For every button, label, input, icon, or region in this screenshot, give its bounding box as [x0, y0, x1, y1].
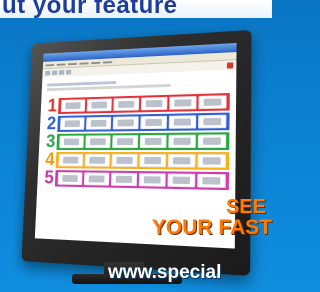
picture-cell[interactable]	[198, 114, 227, 129]
picture-cell[interactable]	[139, 153, 167, 168]
grid-row: 3	[44, 131, 230, 152]
picture-cell[interactable]	[59, 117, 85, 131]
picture-cell[interactable]	[168, 115, 197, 129]
picture-cell[interactable]	[110, 172, 138, 187]
row-number: 1	[47, 96, 58, 117]
picture-cell[interactable]	[197, 173, 226, 188]
row-number: 2	[46, 114, 57, 134]
row-band	[57, 112, 230, 132]
row-band	[55, 151, 230, 170]
picture-cell[interactable]	[84, 153, 111, 167]
picture-cell[interactable]	[59, 135, 84, 149]
picture-cell[interactable]	[167, 154, 196, 168]
row-band	[56, 132, 230, 150]
your-fast-label: YOUR FAST	[151, 216, 272, 239]
picture-cell[interactable]	[167, 173, 196, 188]
close-icon	[226, 61, 234, 69]
picture-cell[interactable]	[197, 154, 226, 168]
picture-cell[interactable]	[111, 153, 138, 168]
picture-cell[interactable]	[112, 135, 139, 149]
picture-cell[interactable]	[85, 116, 112, 130]
picture-cell[interactable]	[197, 134, 227, 148]
headline-text: ut your feature	[2, 0, 178, 18]
row-number: 5	[43, 168, 55, 189]
grid-row: 4	[43, 150, 230, 171]
picture-cell[interactable]	[58, 153, 84, 167]
picture-cell[interactable]	[113, 97, 140, 111]
picture-cell[interactable]	[139, 134, 167, 149]
website-url: www.special	[108, 262, 222, 283]
grid-row: 1	[46, 93, 230, 117]
picture-cell[interactable]	[83, 172, 110, 186]
picture-cell[interactable]	[57, 172, 83, 186]
picture-cell[interactable]	[112, 116, 139, 130]
picture-cell[interactable]	[140, 96, 168, 111]
row-band	[54, 170, 230, 191]
grid-row: 5	[43, 168, 230, 191]
picture-cell[interactable]	[140, 115, 168, 130]
row-band	[58, 93, 230, 115]
picture-cell[interactable]	[86, 98, 112, 112]
top-strip: ut your feature	[0, 0, 272, 18]
picture-cell[interactable]	[138, 173, 166, 187]
picture-cell[interactable]	[85, 135, 111, 149]
toolbar-back-icon	[45, 70, 51, 76]
toolbar-refresh-icon	[58, 70, 65, 75]
toolbar-forward-icon	[51, 70, 58, 76]
picture-cell[interactable]	[168, 134, 196, 148]
picture-cell[interactable]	[60, 99, 86, 113]
picture-cell[interactable]	[198, 95, 227, 110]
picture-cell[interactable]	[169, 96, 197, 110]
grid-row: 2	[45, 112, 230, 134]
numbered-grid: 12345	[37, 87, 236, 191]
toolbar-home-icon	[65, 69, 72, 75]
row-number: 4	[44, 150, 55, 171]
row-number: 3	[45, 131, 56, 152]
